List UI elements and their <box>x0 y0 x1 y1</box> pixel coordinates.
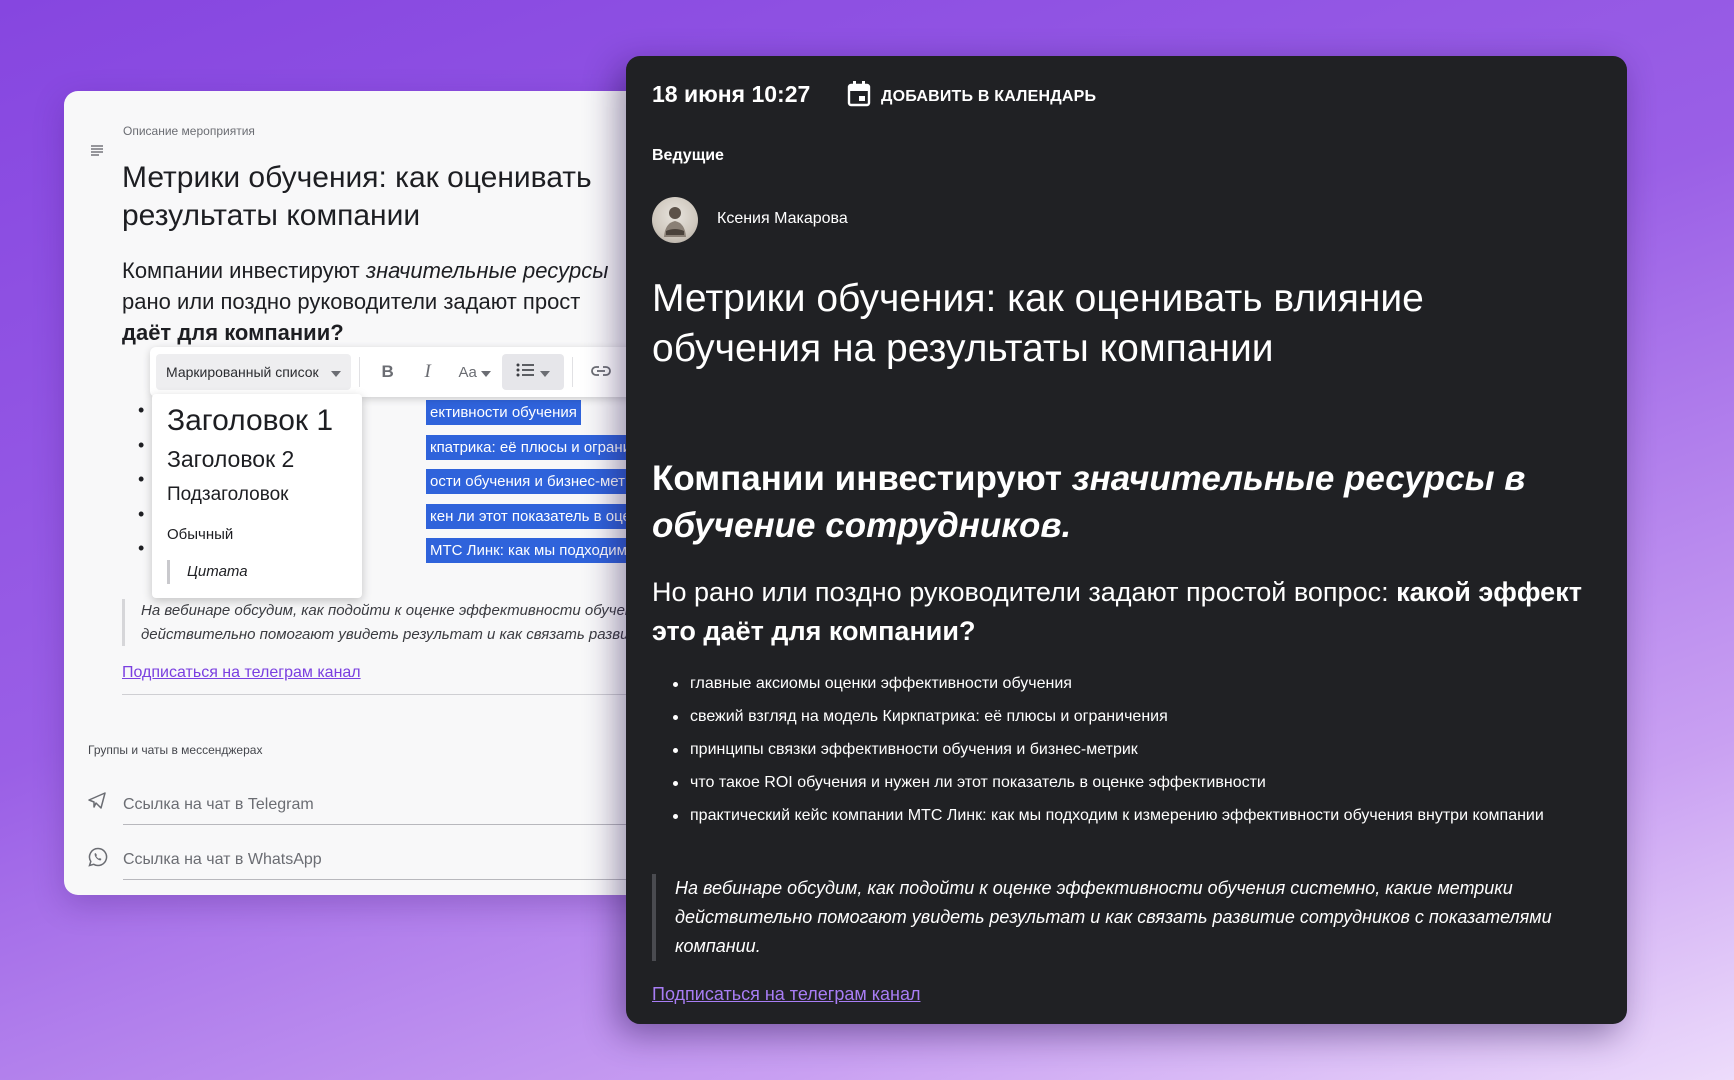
option-normal[interactable]: Обычный <box>167 526 233 543</box>
chevron-down-icon <box>330 364 341 380</box>
avatar <box>652 197 698 243</box>
bulleted-list-button[interactable] <box>501 354 564 390</box>
host-name[interactable]: Ксения Макарова <box>717 210 848 228</box>
block-type-select[interactable]: Маркированный список <box>156 354 351 390</box>
toolbar-divider <box>571 357 573 387</box>
option-heading-2[interactable]: Заголовок 2 <box>167 446 294 473</box>
option-quote[interactable]: Цитата <box>167 560 248 584</box>
list-item: практический кейс компании МТС Линк: как… <box>652 805 1552 827</box>
hosts-heading: Ведущие <box>652 147 724 164</box>
messenger-groups-label: Группы и чаты в мессенджерах <box>88 743 263 757</box>
option-subheading[interactable]: Подзаголовок <box>167 484 288 506</box>
whatsapp-icon <box>88 847 108 872</box>
list-item: принципы связки эффективности обучения и… <box>652 739 1552 761</box>
telegram-subscribe-link[interactable]: Подписаться на телеграм канал <box>122 664 361 682</box>
event-datetime: 18 июня 10:27 <box>652 81 811 107</box>
editor-lead-paragraph[interactable]: Компании инвестируют значительные ресурс… <box>122 255 704 348</box>
editor-blockquote[interactable]: На вебинаре обсудим, как подойти к оценк… <box>122 599 704 646</box>
font-size-button[interactable]: Aa <box>448 354 502 390</box>
list-item: что такое ROI обучения и нужен ли этот п… <box>652 772 1552 794</box>
list-item: главные аксиомы оценки эффективности обу… <box>652 673 1552 695</box>
add-to-calendar-button[interactable]: ДОБАВИТЬ В КАЛЕНДАРЬ <box>847 81 1096 112</box>
divider <box>122 694 704 695</box>
formatting-toolbar: Маркированный список B I Aa <box>150 347 704 397</box>
telegram-icon <box>88 792 106 815</box>
telegram-subscribe-link[interactable]: Подписаться на телеграм канал <box>652 984 920 1005</box>
chevron-down-icon <box>539 362 550 382</box>
whatsapp-chat-field[interactable]: Ссылка на чат в WhatsApp <box>88 841 704 881</box>
italic-button[interactable]: I <box>408 354 448 390</box>
block-type-dropdown: Заголовок 1 Заголовок 2 Подзаголовок Обы… <box>152 394 362 598</box>
toolbar-divider <box>358 357 360 387</box>
preview-subheading: Но рано или поздно руководители задают п… <box>652 577 1582 646</box>
description-field-label: Описание мероприятия <box>123 124 255 138</box>
event-preview-card: 18 июня 10:27 ДОБАВИТЬ В КАЛЕНДАРЬ Ведущ… <box>626 56 1627 1024</box>
preview-lead-heading: Компании инвестируют значительные ресурс… <box>652 459 1526 545</box>
chevron-down-icon <box>480 364 491 381</box>
link-icon <box>590 362 611 382</box>
preview-blockquote: На вебинаре обсудим, как подойти к оценк… <box>652 874 1552 961</box>
text-lines-icon <box>90 143 104 161</box>
event-editor-card: Описание мероприятия Метрики обучения: к… <box>64 91 704 895</box>
bullet-list-icon <box>516 362 534 382</box>
calendar-icon <box>847 81 871 112</box>
preview-title: Метрики обучения: как оценивать влияние … <box>652 277 1424 370</box>
telegram-chat-field[interactable]: Ссылка на чат в Telegram <box>88 786 704 826</box>
list-item: свежий взгляд на модель Киркпатрика: её … <box>652 706 1552 728</box>
editor-title[interactable]: Метрики обучения: как оценивать результа… <box>122 159 702 235</box>
link-button[interactable] <box>581 354 621 390</box>
option-heading-1[interactable]: Заголовок 1 <box>167 404 333 438</box>
preview-bullet-list: главные аксиомы оценки эффективности обу… <box>652 673 1552 838</box>
bold-button[interactable]: B <box>368 354 408 390</box>
